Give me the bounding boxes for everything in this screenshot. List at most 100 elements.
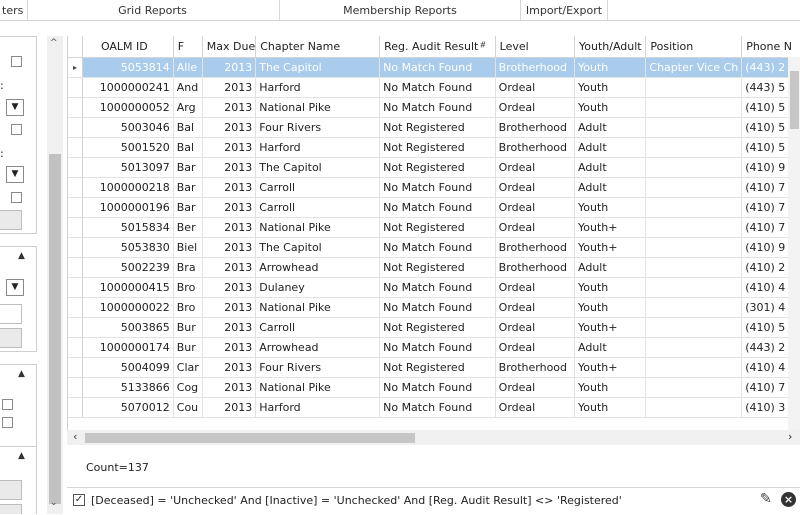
cell-level[interactable]: Ordeal (495, 297, 576, 318)
filter-button-5[interactable] (0, 504, 22, 514)
filter-dropdown-3[interactable]: ▼ (6, 279, 24, 296)
cell-position[interactable]: Chapter Vice Ch (645, 57, 743, 78)
cell-max-due[interactable]: 2013 (202, 157, 257, 178)
filter-textbox[interactable] (0, 304, 22, 324)
cell-level[interactable]: Ordeal (495, 377, 576, 398)
cell-max-due[interactable]: 2013 (202, 277, 257, 298)
table-row[interactable]: 5053830 Biel 2013 The Capitol No Match Found… (68, 237, 800, 258)
cell-oalm-id[interactable]: 1000000196 (82, 197, 174, 218)
cell-youth-adult[interactable]: Youth (574, 197, 647, 218)
column-header-youth-adult[interactable]: Youth/Adult (574, 36, 647, 58)
row-indicator[interactable] (68, 277, 83, 298)
cell-position[interactable] (645, 277, 743, 298)
filter-dropdown-1[interactable]: ▼ (6, 99, 24, 116)
cell-level[interactable]: Brotherhood (495, 257, 576, 278)
row-indicator[interactable] (68, 197, 83, 218)
row-indicator[interactable] (68, 217, 83, 238)
cell-chapter-name[interactable]: Carroll (255, 177, 381, 198)
cell-f[interactable]: Cou (173, 397, 203, 418)
cell-chapter-name[interactable]: Arrowhead (255, 337, 381, 358)
cell-reg-audit-result[interactable]: No Match Found (379, 237, 496, 258)
filter-checkbox-5[interactable] (2, 417, 13, 428)
cell-chapter-name[interactable]: National Pike (255, 217, 381, 238)
table-row[interactable]: 1000000022 Bro 2013 National Pike No Match F… (68, 297, 800, 318)
cell-youth-adult[interactable]: Adult (574, 257, 647, 278)
filter-dropdown-2[interactable]: ▼ (6, 166, 24, 183)
cell-chapter-name[interactable]: National Pike (255, 377, 381, 398)
row-indicator[interactable] (68, 117, 83, 138)
table-row[interactable]: 5015834 Ber 2013 National Pike Not Registere… (68, 217, 800, 238)
cell-max-due[interactable]: 2013 (202, 317, 257, 338)
cell-reg-audit-result[interactable]: Not Registered (379, 217, 496, 238)
cell-chapter-name[interactable]: Carroll (255, 197, 381, 218)
cell-max-due[interactable]: 2013 (202, 377, 257, 398)
row-indicator[interactable] (68, 77, 83, 98)
cell-oalm-id[interactable]: 1000000415 (82, 277, 174, 298)
cell-youth-adult[interactable]: Youth (574, 277, 647, 298)
scrollbar-thumb[interactable] (85, 433, 415, 443)
filter-panel-scrollbar[interactable]: ^ ⌄ (47, 36, 63, 514)
table-row[interactable]: 5070012 Cou 2013 Harford No Match Found Ordea… (68, 397, 800, 418)
cell-position[interactable] (645, 397, 743, 418)
cell-f[interactable]: Bar (173, 157, 203, 178)
table-row[interactable]: 1000000196 Bar 2013 Carroll No Match Found Or… (68, 197, 800, 218)
filter-checkbox-1[interactable] (11, 56, 22, 67)
cell-oalm-id[interactable]: 5004099 (82, 357, 174, 378)
row-indicator[interactable] (68, 137, 83, 158)
cell-reg-audit-result[interactable]: No Match Found (379, 397, 496, 418)
cell-position[interactable] (645, 97, 743, 118)
scroll-up-icon[interactable]: ^ (50, 38, 58, 48)
filter-enabled-checkbox[interactable]: ✓ (73, 494, 85, 506)
row-indicator[interactable] (68, 317, 83, 338)
cell-reg-audit-result[interactable]: No Match Found (379, 57, 496, 78)
row-indicator[interactable] (68, 177, 83, 198)
cell-f[interactable]: Bar (173, 197, 203, 218)
cell-oalm-id[interactable]: 1000000022 (82, 297, 174, 318)
cell-f[interactable]: Ber (173, 217, 203, 238)
collapse-up-icon[interactable]: ▲ (18, 251, 25, 261)
cell-max-due[interactable]: 2013 (202, 357, 257, 378)
scroll-right-icon[interactable]: › (788, 430, 792, 443)
cell-f[interactable]: Bro (173, 297, 203, 318)
cell-level[interactable]: Brotherhood (495, 357, 576, 378)
collapse-up-icon[interactable]: ▲ (18, 369, 25, 379)
column-header-position[interactable]: Position (645, 36, 743, 58)
cell-f[interactable]: Bro (173, 277, 203, 298)
cell-position[interactable] (645, 137, 743, 158)
clear-filter-icon[interactable]: × (781, 492, 796, 507)
cell-chapter-name[interactable]: The Capitol (255, 57, 381, 78)
cell-youth-adult[interactable]: Youth+ (574, 357, 647, 378)
cell-max-due[interactable]: 2013 (202, 97, 257, 118)
cell-position[interactable] (645, 197, 743, 218)
grid-horizontal-scrollbar[interactable]: ‹ › (67, 430, 800, 445)
table-row[interactable]: 5002239 Bra 2013 Arrowhead Not Registered Bro… (68, 257, 800, 278)
column-header-f[interactable]: F (173, 36, 203, 58)
table-row[interactable]: 1000000218 Bar 2013 Carroll No Match Found Or… (68, 177, 800, 198)
cell-level[interactable]: Brotherhood (495, 237, 576, 258)
row-indicator[interactable]: ▸ (68, 57, 83, 78)
scrollbar-thumb[interactable] (49, 154, 61, 504)
table-row[interactable]: 5013097 Bar 2013 The Capitol Not Registered O… (68, 157, 800, 178)
cell-f[interactable]: Bal (173, 137, 203, 158)
scrollbar-thumb[interactable] (790, 71, 799, 129)
filter-checkbox-3[interactable] (11, 192, 22, 203)
cell-max-due[interactable]: 2013 (202, 57, 257, 78)
cell-oalm-id[interactable]: 5133866 (82, 377, 174, 398)
cell-reg-audit-result[interactable]: No Match Found (379, 97, 496, 118)
cell-chapter-name[interactable]: National Pike (255, 97, 381, 118)
cell-reg-audit-result[interactable]: No Match Found (379, 297, 496, 318)
cell-level[interactable]: Brotherhood (495, 117, 576, 138)
row-indicator[interactable] (68, 297, 83, 318)
cell-max-due[interactable]: 2013 (202, 217, 257, 238)
menu-tab-import-export[interactable]: Import/Export (521, 0, 608, 20)
cell-chapter-name[interactable]: Harford (255, 77, 381, 98)
cell-oalm-id[interactable]: 5002239 (82, 257, 174, 278)
cell-max-due[interactable]: 2013 (202, 397, 257, 418)
cell-youth-adult[interactable]: Youth (574, 297, 647, 318)
cell-youth-adult[interactable]: Youth (574, 57, 647, 78)
table-row[interactable]: 5133866 Cog 2013 National Pike No Match Foun… (68, 377, 800, 398)
cell-f[interactable]: Alle (173, 57, 203, 78)
cell-youth-adult[interactable]: Youth+ (574, 317, 647, 338)
cell-max-due[interactable]: 2013 (202, 117, 257, 138)
cell-youth-adult[interactable]: Adult (574, 117, 647, 138)
